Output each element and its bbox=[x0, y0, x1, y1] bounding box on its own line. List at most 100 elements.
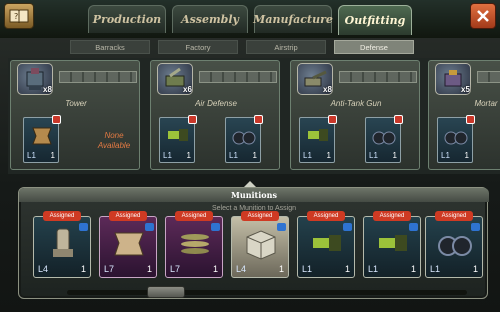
munition-item[interactable]: Assigned L1 1 bbox=[425, 211, 483, 278]
munitions-scrollbar[interactable] bbox=[67, 290, 467, 295]
tab-production[interactable]: Production bbox=[88, 5, 166, 33]
none-available-text: None Available bbox=[97, 131, 131, 150]
item-level: L7 bbox=[170, 264, 181, 274]
item-level: L7 bbox=[104, 264, 115, 274]
item-level: L1 bbox=[302, 264, 313, 274]
close-icon bbox=[477, 10, 489, 22]
unit-card-air-defense[interactable]: x6 Air Defense L1 1 L1 1 bbox=[150, 60, 280, 170]
assigned-badge: Assigned bbox=[109, 211, 147, 221]
unit-count: x5 bbox=[461, 85, 470, 94]
equipment-slot[interactable]: L1 1 bbox=[437, 115, 475, 163]
item-qty: 1 bbox=[212, 264, 218, 274]
unit-card-anti-tank-gun[interactable]: x8 Anti-Tank Gun L1 1 L1 1 bbox=[290, 60, 420, 170]
item-level: L1 bbox=[430, 264, 441, 274]
munition-item[interactable]: Assigned L7 1 bbox=[165, 211, 223, 278]
assigned-badge: Assigned bbox=[435, 211, 473, 221]
tab-assembly[interactable]: Assembly bbox=[172, 5, 248, 33]
unit-rail bbox=[339, 71, 417, 83]
unit-count: x8 bbox=[323, 85, 332, 94]
tab-outfitting[interactable]: Outfitting bbox=[338, 5, 412, 35]
assigned-badge: Assigned bbox=[43, 211, 81, 221]
slot-qty: 1 bbox=[392, 151, 397, 160]
assigned-badge: Assigned bbox=[175, 211, 213, 221]
remove-pin-icon[interactable] bbox=[52, 115, 61, 124]
remove-pin-icon[interactable] bbox=[254, 115, 263, 124]
svg-text:?: ? bbox=[14, 12, 18, 21]
equipment-slot[interactable]: L1 1 bbox=[159, 115, 197, 163]
unit-name: Mortar bbox=[474, 99, 498, 108]
unit-count: x6 bbox=[183, 85, 192, 94]
assigned-badge: Assigned bbox=[241, 211, 279, 221]
unit-rail bbox=[477, 71, 500, 83]
equipment-slot[interactable]: L1 1 bbox=[365, 115, 403, 163]
item-qty: 1 bbox=[344, 264, 350, 274]
scope-icon bbox=[308, 129, 328, 141]
armor-crate-icon bbox=[246, 230, 276, 260]
subtab-barracks[interactable]: Barracks bbox=[70, 40, 150, 54]
binoculars-icon bbox=[232, 131, 256, 145]
munition-item[interactable]: Assigned L1 1 bbox=[363, 211, 421, 278]
unit-count: x8 bbox=[43, 85, 52, 94]
slot-level: L1 bbox=[27, 151, 36, 160]
equipment-slot[interactable]: L1 1 bbox=[299, 115, 337, 163]
unit-card-mortar[interactable]: x5 Mortar L1 1 bbox=[428, 60, 500, 170]
munitions-panel: Munitions Select a Munition to Assign As… bbox=[18, 187, 489, 299]
slot-qty: 1 bbox=[326, 151, 331, 160]
subtab-airstrip[interactable]: Airstrip bbox=[246, 40, 326, 54]
close-button[interactable] bbox=[470, 3, 496, 29]
munitions-title: Munitions bbox=[19, 188, 489, 202]
remove-pin-icon[interactable] bbox=[328, 115, 337, 124]
item-qty: 1 bbox=[80, 264, 86, 274]
book-help-icon: ? bbox=[9, 9, 29, 24]
subtab-factory[interactable]: Factory bbox=[158, 40, 238, 54]
binoculars-icon bbox=[438, 236, 472, 256]
main-tabs: Production Assembly Manufacture Outfitti… bbox=[88, 5, 412, 35]
item-level: L4 bbox=[236, 264, 247, 274]
top-bar: ? Production Assembly Manufacture Outfit… bbox=[0, 0, 500, 38]
slot-level: L1 bbox=[441, 151, 450, 160]
equipment-slot[interactable]: L1 1 bbox=[225, 115, 263, 163]
munition-item[interactable]: Assigned L7 1 bbox=[99, 211, 157, 278]
armor-plate-icon bbox=[32, 127, 52, 145]
slot-qty: 1 bbox=[186, 151, 191, 160]
item-qty: 1 bbox=[472, 264, 478, 274]
munition-item[interactable]: Assigned L1 1 bbox=[297, 211, 355, 278]
armor-plate-icon bbox=[114, 232, 144, 256]
category-subtabs: Barracks Factory Airstrip Defense bbox=[70, 40, 414, 54]
unit-name: Tower bbox=[65, 99, 87, 108]
slot-qty: 1 bbox=[252, 151, 257, 160]
remove-pin-icon[interactable] bbox=[394, 115, 403, 124]
subtab-defense[interactable]: Defense bbox=[334, 40, 414, 54]
slot-level: L1 bbox=[229, 151, 238, 160]
munition-item[interactable]: Assigned L4 1 bbox=[33, 211, 91, 278]
scrollbar-thumb[interactable] bbox=[147, 286, 185, 298]
ejection-seat-icon bbox=[53, 228, 73, 257]
slot-level: L1 bbox=[163, 151, 172, 160]
scope-icon bbox=[168, 129, 188, 141]
unit-name: Anti-Tank Gun bbox=[330, 99, 382, 108]
item-level: L4 bbox=[38, 264, 49, 274]
defense-unit-cards: x8 Tower L1 1 None Available x6 Air Defe… bbox=[8, 58, 500, 174]
unit-name: Air Defense bbox=[195, 99, 237, 108]
remove-pin-icon[interactable] bbox=[188, 115, 197, 124]
slot-level: L1 bbox=[303, 151, 312, 160]
scope-icon bbox=[313, 235, 341, 251]
remove-pin-icon[interactable] bbox=[466, 115, 475, 124]
tab-manufacture[interactable]: Manufacture bbox=[253, 5, 333, 33]
item-level: L1 bbox=[368, 264, 379, 274]
scope-icon bbox=[379, 235, 407, 251]
item-qty: 1 bbox=[146, 264, 152, 274]
item-qty: 1 bbox=[410, 264, 416, 274]
slot-qty: 1 bbox=[464, 151, 469, 160]
unit-rail bbox=[199, 71, 277, 83]
assigned-badge: Assigned bbox=[373, 211, 411, 221]
slot-level: L1 bbox=[369, 151, 378, 160]
unit-card-tower[interactable]: x8 Tower L1 1 None Available bbox=[10, 60, 140, 170]
missiles-icon bbox=[181, 234, 209, 254]
item-qty: 1 bbox=[278, 264, 284, 274]
equipment-slot[interactable]: L1 1 bbox=[23, 115, 61, 163]
munition-item[interactable]: Assigned L4 1 bbox=[231, 211, 289, 278]
help-book-button[interactable]: ? bbox=[4, 3, 34, 29]
outfitting-screen: { "header": { "tabs": ["Production","Ass… bbox=[0, 0, 500, 312]
slot-qty: 1 bbox=[50, 151, 55, 160]
